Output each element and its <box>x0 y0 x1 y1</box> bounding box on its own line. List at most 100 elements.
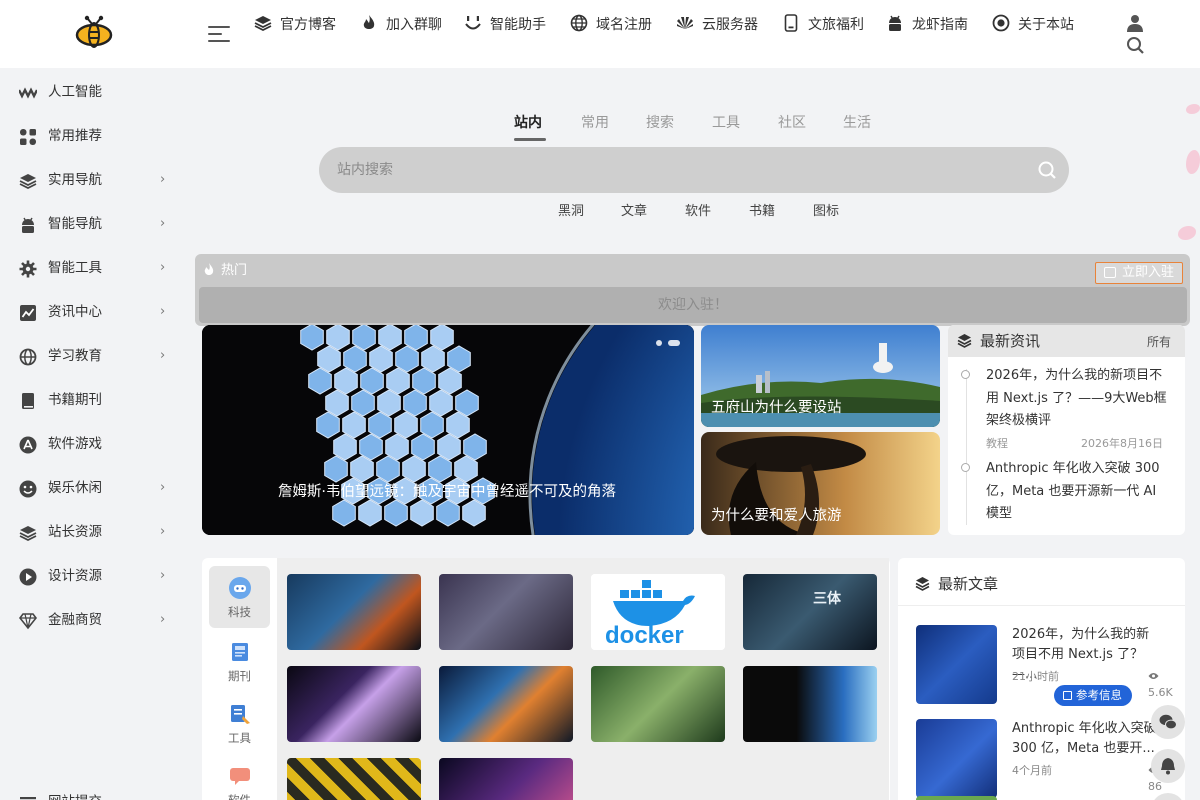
news-item[interactable]: Anthropic 年化收入突破 300 亿，Meta 也要开源新一代 AI 模… <box>961 458 1171 526</box>
topnav-item-cloud[interactable]: 云服务器 <box>674 14 774 36</box>
featured-main-card[interactable]: 詹姆斯·韦伯望远镜：触及宇宙中曾经遥不可及的角落 <box>202 325 694 535</box>
join-now-button[interactable]: 立即入驻 <box>1095 262 1183 284</box>
thumbnail[interactable] <box>439 666 573 742</box>
thumbnail[interactable] <box>743 666 877 742</box>
sidebar-item-books[interactable]: 书籍期刊 <box>0 378 190 422</box>
topnav-label: 文旅福利 <box>808 17 864 33</box>
category-tab-tech[interactable]: 科技 <box>209 566 270 628</box>
thumbnail[interactable]: 三体 <box>743 574 877 650</box>
layers-icon <box>957 334 972 348</box>
category-tab-tools[interactable]: 工具 <box>209 692 270 754</box>
sidebar-item-software-games[interactable]: 软件游戏 <box>0 422 190 466</box>
carousel-dots[interactable] <box>650 335 680 350</box>
bee-logo[interactable] <box>74 14 114 54</box>
topnav-item-guide[interactable]: 龙虾指南 <box>884 14 984 36</box>
user-icon[interactable] <box>1126 14 1144 32</box>
notification-button[interactable] <box>1151 749 1185 783</box>
chevron-right-icon: › <box>160 568 166 583</box>
article-views: 5.6K <box>1148 669 1173 701</box>
join-now-label: 立即入驻 <box>1122 265 1175 280</box>
tab-life[interactable]: 生活 <box>843 112 871 134</box>
active-tab-indicator <box>514 138 546 141</box>
tab-search[interactable]: 搜索 <box>646 112 674 134</box>
tab-common[interactable]: 常用 <box>581 112 609 134</box>
search-subtab-software[interactable]: 软件 <box>685 202 711 222</box>
document-icon <box>1063 691 1072 700</box>
sidebar-item-education[interactable]: 学习教育 › <box>0 334 190 378</box>
news-item-tag[interactable]: 教程 <box>986 437 1008 450</box>
topnav-item-blog[interactable]: 官方博客 <box>252 14 352 36</box>
diamond-icon <box>19 613 37 630</box>
article-thumbnail[interactable] <box>916 796 997 800</box>
search-subtab-books[interactable]: 书籍 <box>749 202 775 222</box>
search-subtab-blackhole[interactable]: 黑洞 <box>558 202 584 222</box>
sidebar-item-practical-nav[interactable]: 实用导航 › <box>0 158 190 202</box>
topnav-item-travel[interactable]: 文旅福利 <box>780 14 880 36</box>
webb-telescope-image <box>202 325 694 535</box>
topnav-item-assistant[interactable]: 智能助手 <box>462 14 562 36</box>
sidebar-item-recommend[interactable]: 常用推荐 <box>0 114 190 158</box>
search-subtab-articles[interactable]: 文章 <box>621 202 647 222</box>
featured-card-a[interactable]: 五府山为什么要设站 <box>701 325 940 427</box>
sidebar-item-news-center[interactable]: 资讯中心 › <box>0 290 190 334</box>
topnav-item-about[interactable]: 关于本站 <box>990 14 1090 36</box>
category-tab-journal[interactable]: 期刊 <box>209 630 270 692</box>
thumbnail[interactable] <box>287 574 421 650</box>
news-item-meta: 教程 2026年8月16日 <box>986 435 1171 451</box>
sidebar-item-label: 设计资源 <box>48 568 102 584</box>
newspaper-icon <box>232 643 248 661</box>
topnav-label: 官方博客 <box>280 17 336 33</box>
sidebar-item-design[interactable]: 设计资源 › <box>0 554 190 598</box>
article-title[interactable]: Anthropic 年化收入突破 300 亿，Meta 也要开... <box>1012 719 1162 759</box>
menu-toggle-button[interactable] <box>208 26 230 44</box>
topnav-label: 关于本站 <box>1018 17 1074 33</box>
topnav-item-group[interactable]: 加入群聊 <box>358 14 458 36</box>
sidebar-item-smart-tools[interactable]: 智能工具 › <box>0 246 190 290</box>
search-submit-icon[interactable] <box>1037 160 1057 180</box>
book-icon <box>22 393 34 409</box>
sidebar-item-smart-nav[interactable]: 智能导航 › <box>0 202 190 246</box>
news-item-title: 2026年，为什么我的新项目不用 Next.js 了？——9大Web框架终极横评 <box>986 368 1167 428</box>
tab-site[interactable]: 站内 <box>514 112 542 134</box>
welcome-banner[interactable]: 欢迎入驻！ <box>199 287 1187 323</box>
thumbnail[interactable] <box>287 758 421 800</box>
article-thumbnail[interactable] <box>916 625 997 704</box>
tab-community[interactable]: 社区 <box>778 112 806 134</box>
timeline-dot-icon <box>961 370 970 379</box>
sidebar-item-finance[interactable]: 金融商贸 › <box>0 598 190 642</box>
thumbnail[interactable]: docker <box>591 574 725 650</box>
smile-icon <box>465 16 481 30</box>
sidebar-item-entertainment[interactable]: 娱乐休闲 › <box>0 466 190 510</box>
smile-icon <box>19 480 37 498</box>
tab-tools[interactable]: 工具 <box>712 112 740 134</box>
petal-decoration <box>1178 226 1196 240</box>
robot-icon <box>229 577 251 599</box>
search-input[interactable] <box>337 159 1017 181</box>
sidebar-item-webmaster[interactable]: 站长资源 › <box>0 510 190 554</box>
thumbnail[interactable] <box>591 666 725 742</box>
news-item[interactable]: 2026年，为什么我的新项目不用 Next.js 了？——9大Web框架终极横评… <box>961 365 1171 451</box>
featured-card-b[interactable]: 为什么要和爱人旅游 <box>701 432 940 535</box>
sidebar-item-label: 智能导航 <box>48 216 102 232</box>
thumbnail[interactable] <box>439 758 573 800</box>
sidebar: 人工智能 常用推荐 实用导航 › 智能导航 › 智能工具 › 资讯中心 › 学习… <box>0 68 190 800</box>
news-all-link[interactable]: 所有 <box>1147 333 1171 350</box>
topnav-item-domain[interactable]: 域名注册 <box>568 14 668 36</box>
sidebar-item-ai[interactable]: 人工智能 <box>0 70 190 114</box>
thumbnail[interactable] <box>287 666 421 742</box>
latest-articles-header: 最新文章 <box>898 558 1185 606</box>
reference-info-badge[interactable]: 参考信息 <box>1054 685 1132 706</box>
article-thumbnail[interactable] <box>916 719 997 798</box>
layers-icon <box>254 16 272 32</box>
bell-icon <box>1161 758 1175 775</box>
category-tab-software[interactable]: 软件 <box>209 754 270 800</box>
chevron-right-icon: › <box>160 480 166 495</box>
android-icon <box>889 15 901 31</box>
search-subtab-icons[interactable]: 图标 <box>813 202 839 222</box>
thumbnail[interactable] <box>439 574 573 650</box>
category-label: 工具 <box>228 731 251 745</box>
wechat-button[interactable] <box>1151 705 1185 739</box>
sidebar-item-submit-site[interactable]: 网站提交 <box>0 780 190 800</box>
search-icon[interactable] <box>1126 36 1144 54</box>
chart-icon <box>20 305 36 321</box>
